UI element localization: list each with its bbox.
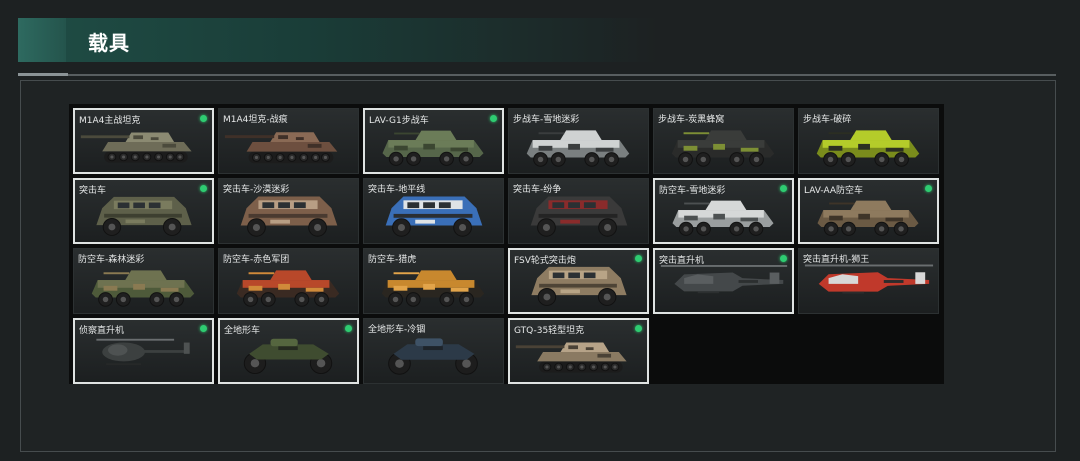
vehicle-name: 步战车-炭黑蜂窝 <box>658 115 725 125</box>
vehicle-card[interactable]: 突击直升机-狮王 <box>798 248 939 314</box>
vehicle-card[interactable]: 全地形车-冷锢 <box>363 318 504 384</box>
header-divider-highlight <box>18 73 68 76</box>
vehicle-name: 全地形车 <box>224 326 261 336</box>
vehicle-card[interactable]: 防空车-赤色军团 <box>218 248 359 314</box>
vehicle-name: 突击直升机-狮王 <box>803 255 870 265</box>
owned-indicator-dot <box>780 255 787 262</box>
vehicle-name: 防空车-森林迷彩 <box>78 255 145 265</box>
vehicle-name: 全地形车-冷锢 <box>368 325 426 335</box>
vehicle-card[interactable]: 防空车-雪地迷彩 <box>653 178 794 244</box>
vehicle-name: M1A4主战坦克 <box>79 116 141 126</box>
vehicle-name: 突击车-纷争 <box>513 185 562 195</box>
vehicle-card[interactable]: LAV-G1步战车 <box>363 108 504 174</box>
vehicle-name: GTQ-35轻型坦克 <box>514 326 585 336</box>
vehicle-name: 防空车-赤色军团 <box>223 255 290 265</box>
owned-indicator-dot <box>925 185 932 192</box>
owned-indicator-dot <box>490 115 497 122</box>
vehicle-card[interactable]: 防空车-猎虎 <box>363 248 504 314</box>
vehicle-card[interactable]: 全地形车 <box>218 318 359 384</box>
vehicle-name: 突击车 <box>79 186 107 196</box>
section-header: 载具 <box>18 18 658 62</box>
vehicle-name: 步战车-雪地迷彩 <box>513 115 580 125</box>
vehicle-card[interactable]: 侦察直升机 <box>73 318 214 384</box>
vehicle-name: 突击车-沙漠迷彩 <box>223 185 290 195</box>
vehicle-name: LAV-AA防空车 <box>804 186 864 196</box>
vehicle-card[interactable]: 突击车-纷争 <box>508 178 649 244</box>
vehicle-card[interactable]: 突击车 <box>73 178 214 244</box>
vehicle-card[interactable]: 步战车-破碎 <box>798 108 939 174</box>
owned-indicator-dot <box>200 115 207 122</box>
owned-indicator-dot <box>635 325 642 332</box>
vehicle-name: 突击车-地平线 <box>368 185 426 195</box>
vehicle-name: 防空车-雪地迷彩 <box>659 186 726 196</box>
vehicle-name: 突击直升机 <box>659 256 705 266</box>
vehicle-card[interactable]: FSV轮式突击炮 <box>508 248 649 314</box>
vehicle-card[interactable]: 突击车-沙漠迷彩 <box>218 178 359 244</box>
vehicle-name: LAV-G1步战车 <box>369 116 429 126</box>
owned-indicator-dot <box>345 325 352 332</box>
vehicle-card[interactable]: M1A4坦克-战痕 <box>218 108 359 174</box>
vehicle-card[interactable]: GTQ-35轻型坦克 <box>508 318 649 384</box>
vehicle-card[interactable]: M1A4主战坦克 <box>73 108 214 174</box>
vehicle-card[interactable]: 步战车-炭黑蜂窝 <box>653 108 794 174</box>
vehicle-card[interactable]: 突击车-地平线 <box>363 178 504 244</box>
vehicle-name: 步战车-破碎 <box>803 115 852 125</box>
header-accent-block <box>18 18 66 62</box>
vehicle-name: M1A4坦克-战痕 <box>223 115 288 125</box>
vehicle-card[interactable]: 突击直升机 <box>653 248 794 314</box>
page-title: 载具 <box>88 31 130 55</box>
header-divider <box>18 74 1056 76</box>
vehicle-name: 侦察直升机 <box>79 326 125 336</box>
owned-indicator-dot <box>200 185 207 192</box>
vehicle-card[interactable]: LAV-AA防空车 <box>798 178 939 244</box>
owned-indicator-dot <box>780 185 787 192</box>
vehicle-name: FSV轮式突击炮 <box>514 256 576 266</box>
vehicle-name: 防空车-猎虎 <box>368 255 417 265</box>
vehicle-card[interactable]: 防空车-森林迷彩 <box>73 248 214 314</box>
owned-indicator-dot <box>200 325 207 332</box>
vehicle-card[interactable]: 步战车-雪地迷彩 <box>508 108 649 174</box>
owned-indicator-dot <box>635 255 642 262</box>
vehicle-grid: M1A4主战坦克 M1A4坦克-战痕 LAV-G1步战车 步战车-雪地迷彩 步战车-炭黑… <box>69 104 944 384</box>
